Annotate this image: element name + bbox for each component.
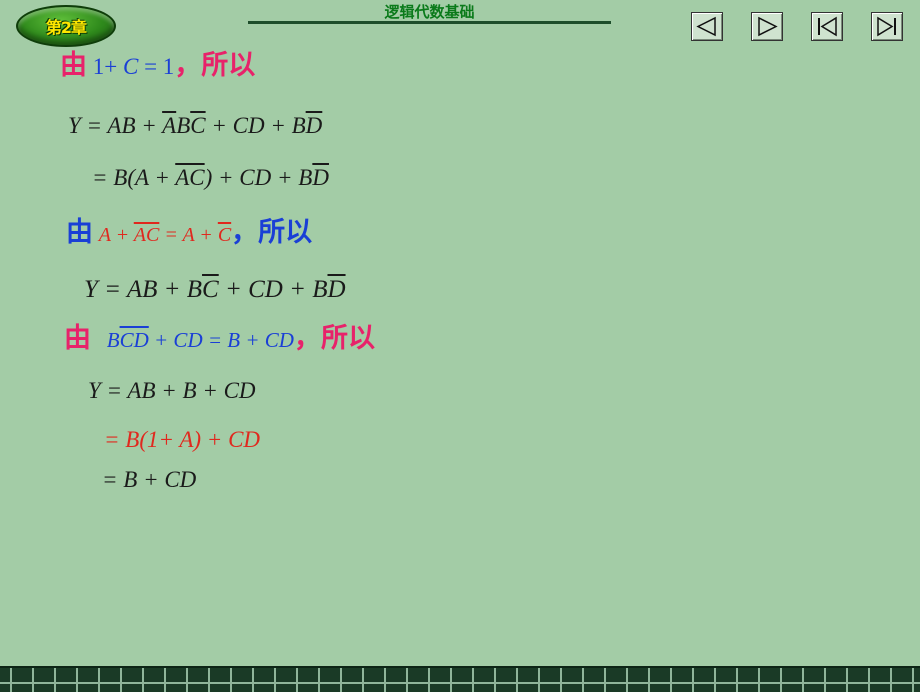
eq2-f: D xyxy=(312,165,329,190)
cond2-e: C xyxy=(217,224,232,246)
cond3-b: CD xyxy=(119,328,149,352)
eq1-y: Y = xyxy=(68,113,108,138)
equation-line-3: Y = AB + BC + CD + BD xyxy=(84,276,346,304)
cond3-c: + CD = xyxy=(148,328,228,352)
triangle-left-icon xyxy=(696,16,716,37)
so-label: ，所以 xyxy=(174,50,256,81)
prev-slide-button[interactable] xyxy=(691,12,723,41)
eq1-t1: AB + xyxy=(107,113,163,138)
cond2-c: = xyxy=(159,224,183,246)
eq2-c: AC xyxy=(175,165,205,190)
by-label: 由 xyxy=(60,50,87,81)
cond1-b: C xyxy=(122,54,139,79)
equation-line-4: Y = AB + B + CD xyxy=(88,378,256,403)
eq2-e: B xyxy=(298,165,313,190)
skip-to-end-icon xyxy=(877,16,896,37)
eq2-d: ) + CD + xyxy=(204,165,299,190)
title-underline xyxy=(248,21,611,24)
eq3-a: AB + xyxy=(126,276,187,303)
by-label-2: 由 xyxy=(66,217,93,248)
eq1-t3: + CD + xyxy=(205,113,292,138)
eq1-t2a: A xyxy=(162,113,177,138)
cond2-d: A + xyxy=(182,224,218,246)
by-label-3: 由 xyxy=(64,323,91,354)
so-label-2: ，所以 xyxy=(231,217,313,248)
equation-line-6: = B + CD xyxy=(102,467,197,492)
last-slide-button[interactable] xyxy=(871,12,903,41)
eq3-y: Y = xyxy=(84,276,127,303)
condition-line-2: 由 A + AC = A + C，所以 xyxy=(66,219,312,249)
eq3-e: B xyxy=(312,276,328,303)
decorative-border xyxy=(0,666,920,692)
eq1-t4a: B xyxy=(291,113,306,138)
skip-to-start-icon xyxy=(818,16,837,37)
cond2-b: AC xyxy=(133,224,160,246)
equation-line-5: = B(1+ A) + CD xyxy=(104,427,261,452)
eq1-t2b: B xyxy=(176,113,191,138)
eq1-t2c: C xyxy=(190,113,206,138)
eq3-f: D xyxy=(327,276,346,303)
page-title: 逻辑代数基础 xyxy=(384,3,475,21)
eq1-t4b: D xyxy=(305,113,323,138)
cond1-c: = 1 xyxy=(138,54,175,79)
eq3-b: B xyxy=(186,276,203,303)
cond3-d: B + CD xyxy=(227,328,294,352)
cond3-a: B xyxy=(106,328,120,352)
eq2-b: B(A + xyxy=(113,165,176,190)
cond1-a: 1+ xyxy=(92,54,123,79)
chapter-badge[interactable]: 第2章 xyxy=(16,5,116,47)
eq3-c: C xyxy=(202,276,219,303)
eq3-d: + CD + xyxy=(218,276,313,303)
condition-line-3: 由 BCD + CD = B + CD，所以 xyxy=(64,325,375,354)
first-slide-button[interactable] xyxy=(811,12,843,41)
cond2-a: A + xyxy=(98,224,134,246)
equation-line-1: Y = AB + ABC + CD + BD xyxy=(68,112,322,140)
eq2-a: = xyxy=(92,165,114,190)
so-label-3: ，所以 xyxy=(293,323,375,354)
next-slide-button[interactable] xyxy=(751,12,783,41)
equation-line-2: = B(A + AC) + CD + BD xyxy=(92,164,329,192)
triangle-right-icon xyxy=(758,16,778,37)
condition-line-1: 由 1+ C = 1，所以 xyxy=(60,52,255,81)
